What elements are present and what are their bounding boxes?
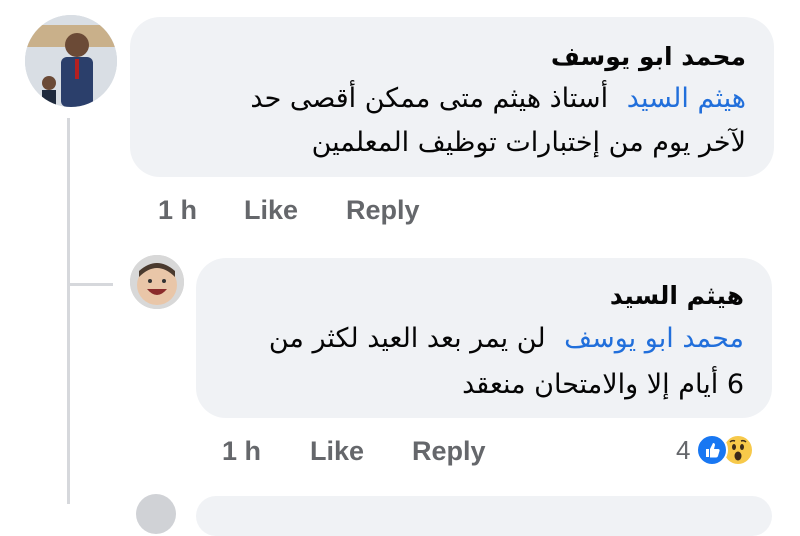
comment-author[interactable]: محمد ابو يوسف [158,37,746,77]
reply-reactions[interactable]: 4 [676,432,755,468]
avatar-commenter[interactable] [25,15,117,107]
avatar-commenter-image [25,15,117,107]
reply-mention[interactable]: محمد ابو يوسف [564,323,744,354]
next-comment-bubble [196,496,772,536]
reply-time[interactable]: 1 h [222,436,261,467]
comment-line1: أستاذ هيثم متى ممكن أقصى حد [250,83,609,114]
reaction-count: 4 [676,434,691,465]
comment-text-line1: هيثم السيد أستاذ هيثم متى ممكن أقصى حد [158,77,746,121]
reply-author[interactable]: هيثم السيد [224,276,744,316]
reply-like-button[interactable]: Like [310,436,364,467]
comment-reply-button[interactable]: Reply [346,195,420,226]
comment-actions: 1 h Like Reply [158,195,458,231]
reply-line1: لن يمر بعد العيد لكثر من [268,323,546,354]
reply-actions: 1 h Like Reply [222,436,522,472]
comment-mention[interactable]: هيثم السيد [627,83,746,114]
avatar-next-comment[interactable] [136,494,176,534]
reply-bubble: هيثم السيد محمد ابو يوسف لن يمر بعد العي… [196,258,772,418]
comment-text-line2: لآخر يوم من إختبارات توظيف المعلمين [311,127,746,158]
reply-text-line1: محمد ابو يوسف لن يمر بعد العيد لكثر من [224,316,744,362]
reply-text-line2: 6 أيام إلا والامتحان منعقد [462,369,744,400]
comment-time[interactable]: 1 h [158,195,197,226]
comment-like-button[interactable]: Like [244,195,298,226]
avatar-replier-image [130,255,184,309]
thread-line-vertical [67,118,70,504]
comment-bubble: محمد ابو يوسف هيثم السيد أستاذ هيثم متى … [130,17,774,177]
reply-reply-button[interactable]: Reply [412,436,486,467]
like-icon [696,434,729,466]
avatar-replier[interactable] [130,255,184,309]
thread-line-branch [67,283,113,286]
